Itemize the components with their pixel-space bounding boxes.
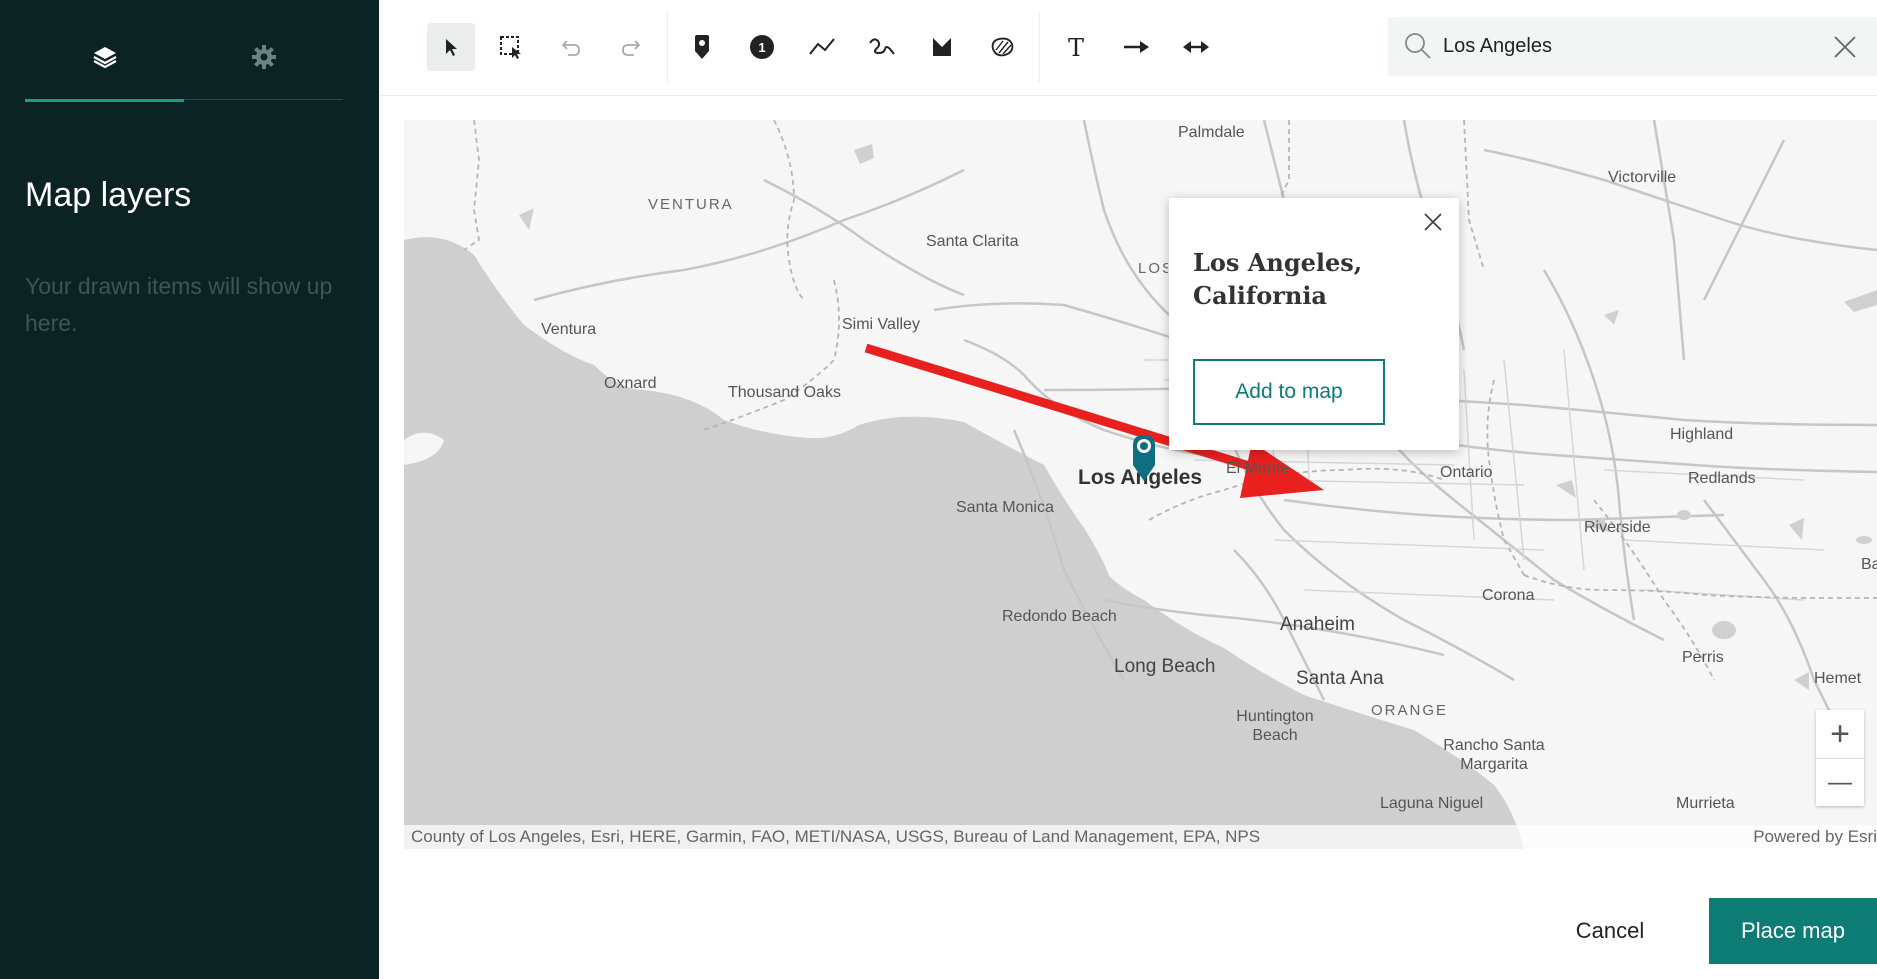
map-label: LOS ANGE	[1138, 260, 1168, 277]
tab-layers[interactable]	[25, 14, 184, 102]
map-label: Rancho Santa Margarita	[1443, 737, 1545, 773]
map-attribution: County of Los Angeles, Esri, HERE, Garmi…	[404, 825, 1877, 849]
map-label: Ontario	[1440, 464, 1493, 481]
zoom-out-button[interactable]: —	[1816, 758, 1864, 806]
location-popup: Los Angeles, California Add to map	[1169, 198, 1459, 450]
map-label: El Monte	[1226, 460, 1290, 477]
pointer-icon	[446, 39, 457, 56]
close-icon	[1424, 213, 1442, 231]
map-label: Long Beach	[1114, 656, 1216, 677]
freehand-icon	[869, 38, 895, 55]
undo-icon	[561, 40, 580, 56]
map-label: Redondo Beach	[1002, 608, 1117, 625]
map-label: Anaheim	[1280, 614, 1355, 635]
map-label: Hemet	[1814, 670, 1862, 687]
svg-text:T: T	[1068, 35, 1084, 59]
sidebar: Map layers Your drawn items will show up…	[0, 0, 379, 979]
freehand-tool-button[interactable]	[858, 23, 906, 71]
map-label: Ba	[1861, 556, 1877, 573]
map-label: Redlands	[1688, 470, 1756, 487]
powered-by-esri[interactable]: Powered by Esri	[1753, 827, 1877, 847]
popup-title: Los Angeles, California	[1193, 248, 1363, 310]
map-label: Highland	[1670, 426, 1734, 443]
attribution-text: County of Los Angeles, Esri, HERE, Garmi…	[411, 827, 1261, 846]
drawing-toolbar: 1 T	[379, 0, 1877, 96]
polyline-icon	[809, 38, 835, 55]
zoom-controls: + —	[1816, 710, 1864, 806]
pin-tool-button[interactable]	[678, 23, 726, 71]
map-view[interactable]: Palmdale Victorville VENTURA Santa Clari…	[404, 120, 1877, 849]
polygon-icon	[933, 38, 951, 56]
map-label: Oxnard	[604, 375, 657, 392]
polygon-tool-button[interactable]	[918, 23, 966, 71]
svg-text:1: 1	[758, 40, 765, 55]
map-label: Riverside	[1584, 519, 1651, 536]
freehand-area-button[interactable]	[978, 23, 1026, 71]
tab-settings[interactable]	[184, 14, 343, 100]
map-label: Palmdale	[1178, 124, 1245, 141]
map-label: Simi Valley	[842, 316, 920, 333]
map-label: Ventura	[541, 321, 597, 338]
map-label: Huntington Beach	[1236, 708, 1314, 744]
toolbar-divider	[1039, 12, 1040, 82]
toolbar-divider	[667, 12, 668, 82]
gear-icon	[251, 45, 276, 69]
double-arrow-tool-button[interactable]	[1172, 23, 1220, 71]
map-label: Santa Ana	[1296, 668, 1384, 689]
map-label: Corona	[1482, 587, 1535, 604]
map-label: Santa Clarita	[926, 233, 1019, 250]
arrow-tool-button[interactable]	[1112, 23, 1160, 71]
map-label: Laguna Niguel	[1380, 795, 1484, 812]
sidebar-title: Map layers	[25, 176, 192, 214]
line-tool-button[interactable]	[798, 23, 846, 71]
map-label: Murrieta	[1676, 795, 1735, 812]
location-search	[1388, 17, 1877, 76]
map-label: Santa Monica	[956, 499, 1054, 516]
redo-icon	[622, 40, 641, 56]
place-map-button[interactable]: Place map	[1709, 898, 1877, 964]
zoom-in-button[interactable]: +	[1816, 710, 1864, 758]
search-input[interactable]	[1443, 17, 1803, 76]
sidebar-tabs	[25, 14, 343, 102]
freehand-area-icon	[991, 37, 1014, 57]
map-label: VENTURA	[648, 196, 734, 213]
double-arrow-icon	[1183, 41, 1209, 53]
map-label: Perris	[1682, 649, 1724, 666]
clear-search-button[interactable]	[1829, 31, 1861, 63]
undo-button[interactable]	[547, 23, 595, 71]
search-icon	[1405, 33, 1431, 59]
numbered-marker-button[interactable]: 1	[738, 23, 786, 71]
map-pin-icon	[695, 35, 709, 59]
cancel-button[interactable]: Cancel	[1545, 899, 1675, 963]
marquee-select-button[interactable]	[487, 23, 535, 71]
arrow-icon	[1124, 41, 1149, 53]
layers-icon	[92, 47, 117, 69]
close-icon	[1834, 36, 1856, 58]
numbered-marker-icon: 1	[750, 35, 774, 59]
add-to-map-button[interactable]: Add to map	[1193, 359, 1385, 425]
text-tool-button[interactable]: T	[1052, 23, 1100, 71]
text-icon: T	[1068, 35, 1084, 59]
empty-layers-message: Your drawn items will show up here.	[25, 273, 333, 336]
redo-button[interactable]	[607, 23, 655, 71]
map-label: Thousand Oaks	[728, 384, 841, 401]
popup-close-button[interactable]	[1421, 210, 1445, 234]
marquee-select-icon	[500, 36, 521, 59]
select-tool-button[interactable]	[427, 23, 475, 71]
map-label: ORANGE	[1371, 702, 1449, 719]
location-pin-marker[interactable]	[1131, 433, 1157, 483]
map-label: Victorville	[1608, 169, 1677, 186]
